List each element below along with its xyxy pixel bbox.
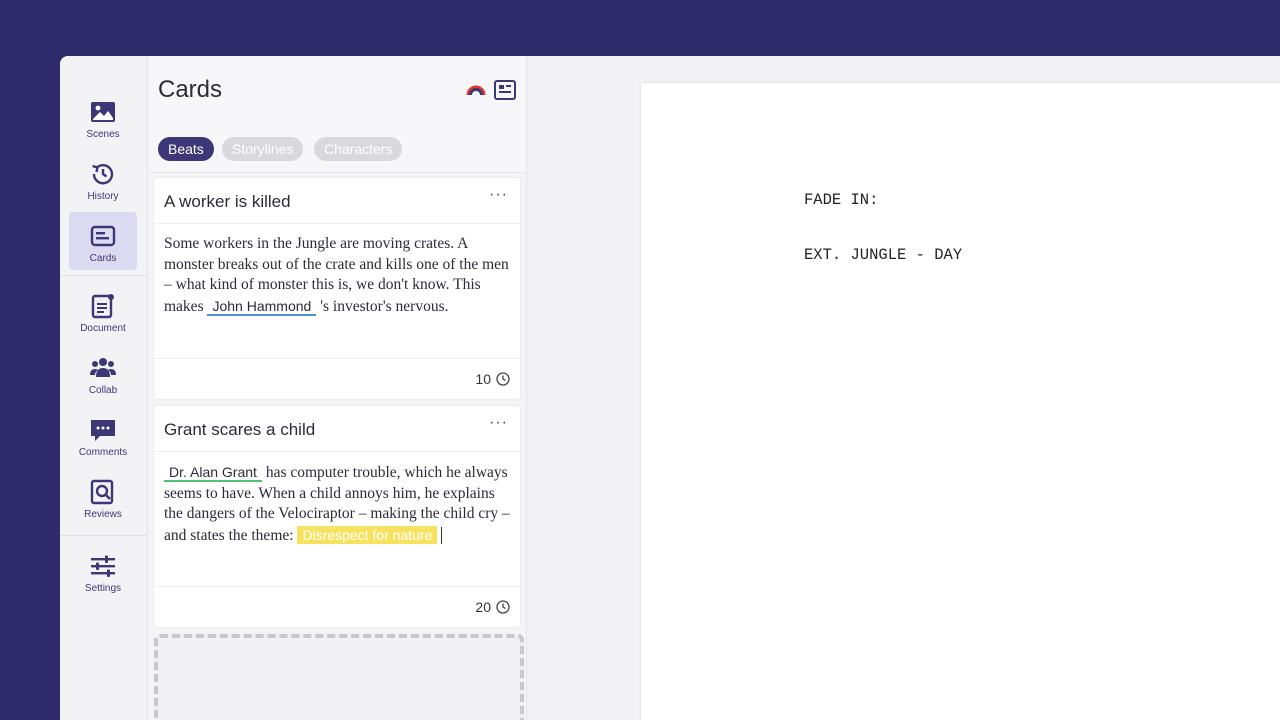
page-title: Cards: [158, 76, 223, 103]
script-scene-heading[interactable]: EXT. JUNGLE - DAY: [804, 246, 962, 264]
new-card-dropzone[interactable]: [154, 634, 524, 720]
sidebar-item-history[interactable]: History: [69, 154, 137, 208]
script-page[interactable]: FADE IN: EXT. JUNGLE - DAY: [641, 83, 1280, 720]
beat-card[interactable]: A worker is killed ··· Some workers in t…: [154, 178, 520, 399]
character-mention[interactable]: John Hammond: [207, 297, 317, 316]
cards-header: Cards: [148, 56, 526, 129]
card-title: Grant scares a child: [164, 420, 316, 439]
card-duration[interactable]: 10: [475, 371, 510, 387]
character-mention[interactable]: Dr. Alan Grant: [164, 464, 262, 482]
sidebar-item-document[interactable]: Document: [69, 286, 137, 340]
filter-storylines-tab[interactable]: Storylines: [222, 137, 304, 161]
filter-bar: Beats Storylines Characters: [148, 128, 526, 173]
document-area: FADE IN: EXT. JUNGLE - DAY: [527, 56, 1280, 720]
card-menu-button[interactable]: ···: [489, 186, 508, 204]
sidebar-item-label: Settings: [84, 583, 122, 594]
card-view-icon[interactable]: [494, 80, 516, 100]
clock-icon: [496, 372, 510, 386]
card-text: 's investor's nervous.: [316, 297, 449, 315]
card-description[interactable]: Some workers in the Jungle are moving cr…: [154, 224, 520, 359]
card-duration[interactable]: 20: [475, 599, 510, 615]
header-actions: [466, 80, 516, 100]
script-transition[interactable]: FADE IN:: [804, 191, 878, 209]
sidebar-item-label: History: [87, 191, 119, 202]
duration-value: 20: [475, 599, 491, 615]
people-icon: [90, 358, 116, 377]
filter-beats-tab[interactable]: Beats: [158, 137, 214, 161]
card-description[interactable]: Dr. Alan Grant has computer trouble, whi…: [154, 452, 520, 587]
card-header: Grant scares a child ···: [154, 406, 520, 452]
sidebar-item-collab[interactable]: Collab: [69, 348, 137, 402]
sidebar-item-label: Cards: [89, 253, 117, 264]
text-cursor: [441, 527, 443, 545]
sliders-icon: [91, 555, 115, 577]
cards-icon: [90, 225, 116, 247]
image-icon: [91, 102, 115, 122]
sidebar-item-label: Scenes: [86, 129, 120, 140]
card-footer: 10: [154, 359, 520, 399]
history-icon: [92, 164, 114, 185]
card-header: A worker is killed ···: [154, 178, 520, 224]
beat-card[interactable]: Grant scares a child ··· Dr. Alan Grant …: [154, 406, 520, 627]
sidebar: Scenes History Cards Document Collab Com…: [60, 56, 148, 720]
sidebar-item-scenes[interactable]: Scenes: [69, 92, 137, 146]
filter-characters-tab[interactable]: Characters: [314, 137, 403, 161]
clock-icon: [496, 600, 510, 614]
sidebar-item-label: Reviews: [84, 509, 122, 520]
card-menu-button[interactable]: ···: [489, 414, 508, 432]
sidebar-item-settings[interactable]: Settings: [69, 546, 137, 600]
cards-panel: Cards Beats Storylines Characters A work…: [148, 56, 527, 720]
card-title: A worker is killed: [164, 192, 291, 211]
duration-value: 10: [475, 371, 491, 387]
document-icon: [91, 294, 114, 319]
sidebar-item-label: Comments: [78, 447, 128, 458]
sidebar-item-label: Document: [80, 323, 126, 334]
sidebar-divider: [60, 275, 147, 276]
sidebar-item-label: Collab: [88, 385, 118, 396]
theme-highlight[interactable]: Disrespect for nature: [297, 525, 438, 544]
sidebar-item-comments[interactable]: Comments: [69, 410, 137, 464]
comment-icon: [91, 420, 115, 441]
app-window: Scenes History Cards Document Collab Com…: [60, 56, 1280, 720]
sync-status-icon[interactable]: [466, 83, 486, 97]
card-footer: 20: [154, 587, 520, 627]
sidebar-divider: [60, 535, 147, 536]
sidebar-item-cards[interactable]: Cards: [69, 212, 137, 270]
sidebar-item-reviews[interactable]: Reviews: [69, 472, 137, 526]
review-icon: [90, 479, 114, 505]
